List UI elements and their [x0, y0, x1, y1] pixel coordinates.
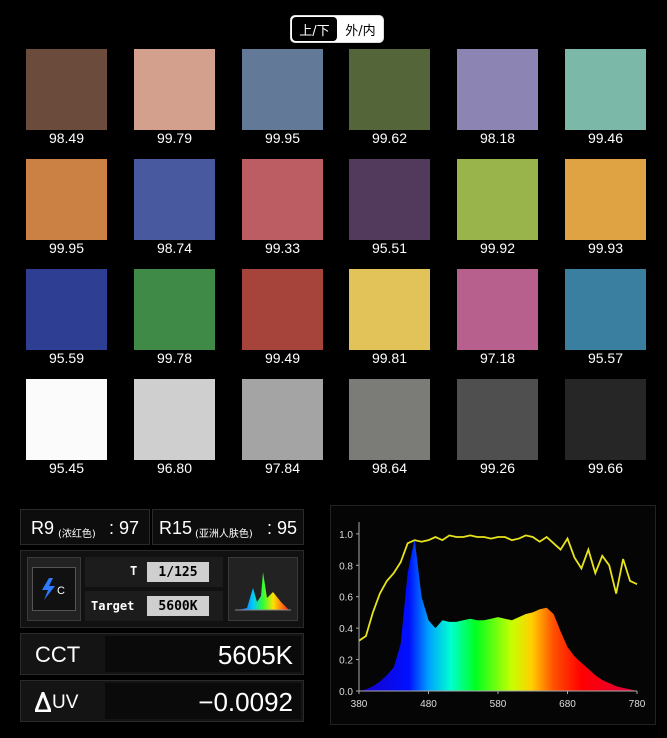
color-swatch [242, 379, 323, 460]
swatch-value: 99.49 [264, 350, 301, 366]
spectrum-chart: 0.0 0.2 0.4 0.6 0.8 1.0 380 480 580 680 780 [330, 505, 656, 725]
swatch-value: 95.45 [48, 460, 85, 476]
swatch-value: 95.51 [371, 240, 408, 256]
duv-value: −0.0092 [198, 687, 293, 717]
swatch-value: 96.80 [156, 460, 193, 476]
color-swatch [242, 49, 323, 130]
r15-sublabel: (亚洲人肤色) [195, 529, 253, 540]
color-swatch [349, 379, 430, 460]
color-swatch [26, 49, 107, 130]
r15-value: : 95 [267, 518, 298, 538]
shutter-row: T 1/125 [85, 557, 223, 587]
swatch-value: 99.46 [587, 130, 624, 146]
color-swatch [349, 49, 430, 130]
color-swatch [134, 49, 215, 130]
color-swatch [26, 269, 107, 350]
color-swatch [565, 269, 646, 350]
y-tick-label: 1.0 [339, 530, 353, 541]
duv-label: UV [52, 692, 79, 713]
swatch-value: 99.79 [156, 130, 193, 146]
color-swatch [457, 49, 538, 130]
color-swatch [242, 159, 323, 240]
color-swatch [565, 379, 646, 460]
swatch-value: 99.26 [479, 460, 516, 476]
color-swatch [349, 159, 430, 240]
color-swatch [457, 269, 538, 350]
y-tick-label: 0.4 [339, 624, 353, 635]
r15-label: R15 [159, 518, 193, 538]
cct-label: CCT [35, 642, 81, 667]
y-tick-label: 0.0 [339, 687, 353, 698]
r9-sublabel: (浓红色) [58, 529, 96, 540]
swatch-value: 95.59 [48, 350, 85, 366]
swatch-value: 99.92 [479, 240, 516, 256]
target-row: Target 5600K [85, 591, 223, 621]
toggle-option-top-bottom[interactable]: 上/下 [292, 17, 337, 41]
spectrum-chart-svg: 0.0 0.2 0.4 0.6 0.8 1.0 380 480 580 680 780 [339, 522, 646, 710]
color-swatch [457, 379, 538, 460]
r9-box: R9 (浓红色) : 97 [20, 509, 150, 545]
swatch-value: 99.95 [264, 130, 301, 146]
cct-box: CCT 5605K [20, 633, 304, 675]
swatch-value: 99.78 [156, 350, 193, 366]
swatch-value: 98.64 [371, 460, 408, 476]
swatch-value: 98.49 [48, 130, 85, 146]
delta-icon [35, 692, 51, 712]
lightning-icon: C [42, 578, 65, 600]
swatch-value: 98.74 [156, 240, 193, 256]
x-tick-label: 480 [420, 699, 437, 710]
swatch-value: 95.57 [587, 350, 624, 366]
swatch-value: 99.81 [371, 350, 408, 366]
toggle-option-outer-inner[interactable]: 外/内 [338, 16, 383, 42]
r9-label: R9 [31, 518, 55, 538]
flash-panel: C T 1/125 Target 5600K [20, 550, 304, 628]
color-swatch [134, 269, 215, 350]
y-tick-label: 0.2 [339, 656, 353, 667]
x-tick-label: 780 [629, 699, 646, 710]
target-label: Target [91, 599, 135, 613]
cct-value: 5605K [217, 640, 293, 670]
color-swatch [26, 379, 107, 460]
color-swatch [134, 379, 215, 460]
swatch-value: 99.33 [264, 240, 301, 256]
y-tick-label: 0.6 [339, 593, 353, 604]
shutter-label: T [130, 564, 138, 578]
x-tick-label: 380 [351, 699, 368, 710]
swatch-value: 99.62 [371, 130, 408, 146]
r9-value: : 97 [109, 518, 140, 538]
flash-sync-icon[interactable]: C [27, 557, 81, 621]
target-value: 5600K [147, 596, 209, 616]
duv-box: UV −0.0092 [20, 680, 304, 722]
y-tick-label: 0.8 [339, 561, 353, 572]
color-swatch [457, 159, 538, 240]
swatch-value: 97.84 [264, 460, 301, 476]
spectrum-mini-icon [235, 572, 291, 611]
color-swatch [26, 159, 107, 240]
swatch-value: 99.66 [587, 460, 624, 476]
shutter-value: 1/125 [147, 562, 209, 582]
swatch-value: 98.18 [479, 130, 516, 146]
r15-box: R15 (亚洲人肤色) : 95 [152, 509, 304, 545]
spectrum-thumbnail[interactable] [228, 557, 298, 621]
color-swatch [565, 49, 646, 130]
color-swatch [134, 159, 215, 240]
swatch-value: 99.95 [48, 240, 85, 256]
flash-letter: C [57, 585, 65, 597]
color-swatch [242, 269, 323, 350]
view-toggle: 上/下 外/内 [290, 15, 384, 43]
x-tick-label: 580 [490, 699, 507, 710]
swatch-value: 99.93 [587, 240, 624, 256]
x-tick-label: 680 [559, 699, 576, 710]
swatch-value: 97.18 [479, 350, 516, 366]
color-swatch [349, 269, 430, 350]
color-swatch [565, 159, 646, 240]
